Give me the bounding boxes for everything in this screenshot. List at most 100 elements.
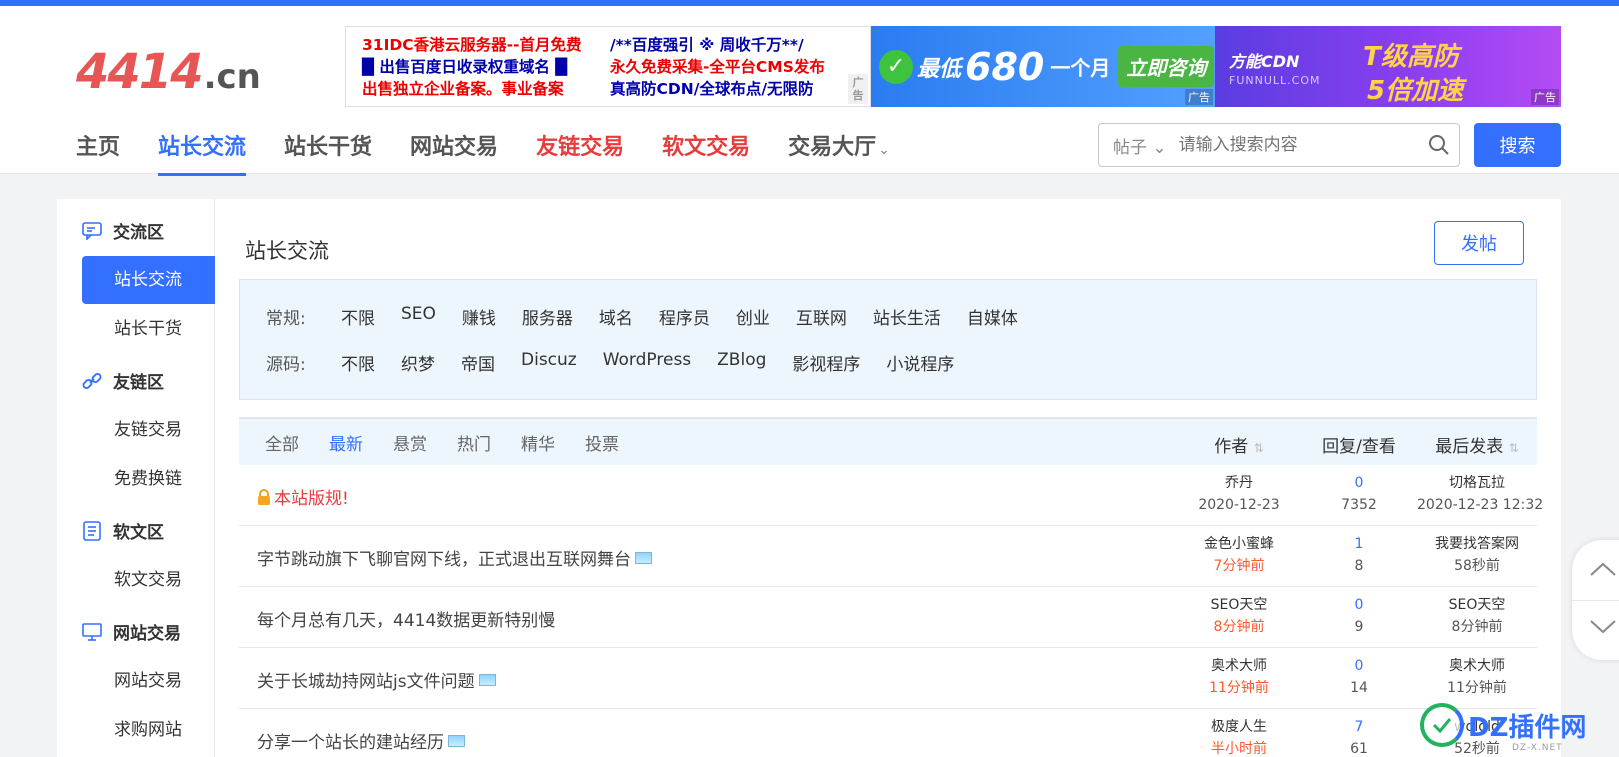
- filter-tag[interactable]: 程序员: [659, 304, 710, 329]
- reply-count[interactable]: 0: [1299, 472, 1419, 494]
- sidebar-item-article-trading[interactable]: 软文交易: [82, 556, 215, 604]
- nav-item-link-trading[interactable]: 友链交易: [536, 130, 624, 176]
- sidebar-item-link-trading[interactable]: 友链交易: [82, 406, 215, 454]
- text-ad-link[interactable]: █ 出售百度日收录权重域名 █: [362, 56, 581, 78]
- last-user[interactable]: 我要找答案网: [1417, 533, 1537, 555]
- author-time: 2020-12-23: [1198, 497, 1280, 513]
- thread-title-text: 本站版规!: [274, 489, 349, 509]
- text-ad-link[interactable]: 31IDC香港云服务器--首月免费: [362, 34, 581, 56]
- author-time: 11分钟前: [1209, 680, 1269, 696]
- text-ad-block[interactable]: 31IDC香港云服务器--首月免费 █ 出售百度日收录权重域名 █ 出售独立企业…: [345, 26, 871, 107]
- last-user[interactable]: 奥术大师: [1417, 655, 1537, 677]
- column-last-post[interactable]: 最后发表 ⇅: [1417, 432, 1537, 457]
- author-name[interactable]: 极度人生: [1179, 716, 1299, 738]
- site-logo[interactable]: 4414 .cn: [76, 44, 261, 100]
- tab-all[interactable]: 全部: [265, 430, 299, 455]
- nav-item-website-trading[interactable]: 网站交易: [410, 130, 498, 176]
- sidebar-item-webmaster-tips[interactable]: 站长干货: [82, 305, 215, 353]
- author-name[interactable]: SEO天空: [1179, 594, 1299, 616]
- scroll-down-icon[interactable]: [1588, 612, 1618, 642]
- filter-tag[interactable]: 互联网: [796, 304, 847, 329]
- filter-tag[interactable]: WordPress: [603, 350, 691, 375]
- thread-stats: 7 61: [1299, 716, 1419, 757]
- text-ad-link[interactable]: 永久免费采集-全平台CMS发布: [610, 56, 825, 78]
- text-ad-link[interactable]: /**百度强引 ※ 周收千万**/: [610, 34, 825, 56]
- filter-tag[interactable]: 小说程序: [886, 350, 954, 375]
- thread-title[interactable]: 分享一个站长的建站经历: [257, 728, 465, 753]
- reply-count[interactable]: 0: [1299, 594, 1419, 616]
- thread-list: 全部 最新 悬赏 热门 精华 投票 作者 ⇅ 回复/查看 最后发表 ⇅ 本站版规…: [239, 417, 1543, 757]
- filter-tag[interactable]: 影视程序: [792, 350, 860, 375]
- last-time[interactable]: 58秒前: [1417, 555, 1537, 577]
- text-ad-link[interactable]: 出售独立企业备案。事业备案: [362, 78, 581, 100]
- nav-item-webmaster-tips[interactable]: 站长干货: [284, 130, 372, 176]
- tab-bounty[interactable]: 悬赏: [393, 430, 427, 455]
- sort-icon: ⇅: [1508, 441, 1519, 455]
- table-row: 每个月总有几天，4414数据更新特别慢 SEO天空 8分钟前 0 9 SEO天空…: [239, 587, 1537, 648]
- tab-hot[interactable]: 热门: [457, 430, 491, 455]
- scroll-up-icon[interactable]: [1588, 554, 1618, 584]
- thread-title[interactable]: 字节跳动旗下飞聊官网下线，正式退出互联网舞台: [257, 545, 652, 570]
- reply-count[interactable]: 1: [1299, 533, 1419, 555]
- thread-title[interactable]: 本站版规!: [257, 484, 349, 509]
- author-name[interactable]: 奥术大师: [1179, 655, 1299, 677]
- sidebar-item-website-trading[interactable]: 网站交易: [82, 657, 215, 705]
- tab-poll[interactable]: 投票: [585, 430, 619, 455]
- filter-tag[interactable]: 服务器: [522, 304, 573, 329]
- search-input[interactable]: [1178, 135, 1419, 155]
- thread-title[interactable]: 关于长城劫持网站js文件问题: [257, 667, 496, 692]
- search-type-select[interactable]: 帖子 ⌄: [1099, 133, 1179, 158]
- last-user[interactable]: SEO天空: [1417, 594, 1537, 616]
- sidebar-group-websites[interactable]: 网站交易: [81, 619, 181, 644]
- filter-tag[interactable]: 赚钱: [462, 304, 496, 329]
- filter-tag[interactable]: 创业: [736, 304, 770, 329]
- new-post-button[interactable]: 发帖: [1434, 221, 1524, 265]
- nav-item-trading-hall[interactable]: 交易大厅 ⌄: [788, 130, 890, 176]
- filter-tag[interactable]: 不限: [341, 304, 375, 329]
- last-time[interactable]: 2020-12-23 12:32: [1417, 494, 1543, 516]
- sidebar-group-label: 软文区: [113, 523, 164, 543]
- filter-row-source: 源码: 不限 织梦 帝国 Discuz WordPress ZBlog 影视程序…: [266, 350, 980, 375]
- monitor-icon: [81, 621, 103, 643]
- table-row: 本站版规! 乔丹 2020-12-23 0 7352 切格瓦拉 2020-12-…: [239, 465, 1543, 526]
- table-row: 分享一个站长的建站经历 极度人生 半小时前 7 61 wdldld 52秒前: [239, 709, 1537, 757]
- tab-latest[interactable]: 最新: [329, 430, 363, 455]
- image-attachment-icon: [635, 551, 652, 564]
- filter-tag[interactable]: SEO: [401, 304, 436, 329]
- sidebar-item-free-link-exchange[interactable]: 免费换链: [82, 455, 215, 503]
- thread-title-text: 关于长城劫持网站js文件问题: [257, 672, 475, 692]
- author-name[interactable]: 乔丹: [1179, 472, 1299, 494]
- sidebar-group-exchange[interactable]: 交流区: [81, 218, 164, 243]
- banner-ad-hosting[interactable]: ✓ 最低 680 一个月 立即咨询 广告: [871, 26, 1215, 107]
- column-author[interactable]: 作者 ⇅: [1179, 432, 1299, 457]
- filter-tag[interactable]: 站长生活: [873, 304, 941, 329]
- sidebar-group-links[interactable]: 友链区: [81, 368, 164, 393]
- sidebar-item-webmaster-exchange[interactable]: 站长交流: [82, 256, 215, 304]
- last-time[interactable]: 8分钟前: [1417, 616, 1537, 638]
- sidebar-item-buy-website[interactable]: 求购网站: [82, 706, 215, 754]
- reply-count[interactable]: 0: [1299, 655, 1419, 677]
- tab-featured[interactable]: 精华: [521, 430, 555, 455]
- nav-item-article-trading[interactable]: 软文交易: [662, 130, 750, 176]
- filter-tag[interactable]: 自媒体: [967, 304, 1018, 329]
- filter-tag[interactable]: 帝国: [461, 350, 495, 375]
- sidebar-group-articles[interactable]: 软文区: [81, 518, 164, 543]
- filter-tag[interactable]: 织梦: [401, 350, 435, 375]
- nav-item-home[interactable]: 主页: [76, 130, 120, 176]
- search-icon[interactable]: [1419, 134, 1459, 156]
- nav-item-webmaster-exchange[interactable]: 站长交流: [158, 130, 247, 176]
- last-user[interactable]: 切格瓦拉: [1417, 472, 1537, 494]
- banner-cta[interactable]: 立即咨询: [1118, 46, 1215, 87]
- filter-tag[interactable]: ZBlog: [717, 350, 766, 375]
- text-ad-link[interactable]: 真高防CDN/全球布点/无限防: [610, 78, 825, 100]
- author-name[interactable]: 金色小蜜蜂: [1179, 533, 1299, 555]
- author-time: 7分钟前: [1213, 558, 1265, 574]
- filter-tag[interactable]: 不限: [341, 350, 375, 375]
- banner-ad-cdn[interactable]: 方能CDN FUNNULL.COM T级高防 5倍加速 广告: [1215, 26, 1561, 107]
- filter-tag[interactable]: 域名: [599, 304, 633, 329]
- search-box: 帖子 ⌄: [1098, 123, 1460, 167]
- thread-title[interactable]: 每个月总有几天，4414数据更新特别慢: [257, 606, 555, 631]
- search-button[interactable]: 搜索: [1474, 123, 1561, 167]
- filter-tag[interactable]: Discuz: [521, 350, 577, 375]
- reply-count[interactable]: 7: [1299, 716, 1419, 738]
